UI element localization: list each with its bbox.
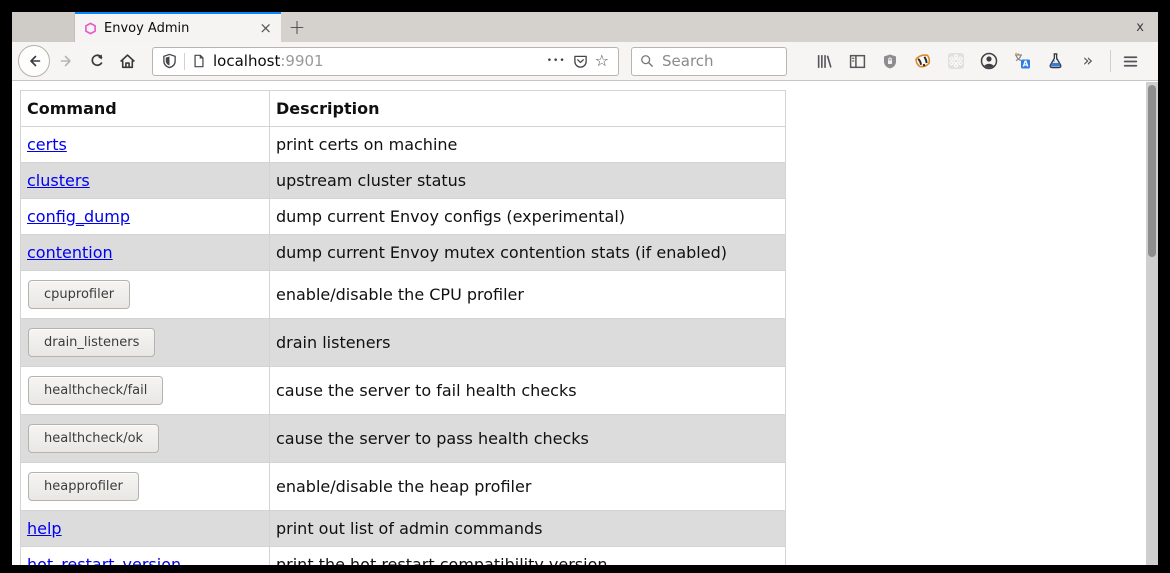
translate-icon[interactable]: A	[1013, 52, 1031, 70]
bookmark-star-icon[interactable]: ☆	[595, 53, 609, 69]
page-icon[interactable]	[192, 53, 206, 69]
browser-window: Envoy Admin × + x localhost:9901	[12, 12, 1158, 565]
description-cell: print out list of admin commands	[270, 511, 786, 547]
command-cell: clusters	[21, 163, 270, 199]
forward-button[interactable]	[52, 46, 82, 76]
description-cell: cause the server to fail health checks	[270, 367, 786, 415]
command-link[interactable]: hot_restart_version	[27, 555, 181, 565]
command-cell: config_dump	[21, 199, 270, 235]
menu-icon[interactable]	[1121, 52, 1139, 70]
table-row: drain_listeners drain listeners	[21, 319, 786, 367]
description-cell: enable/disable the CPU profiler	[270, 271, 786, 319]
url-bar[interactable]: localhost:9901 ••• ☆	[152, 47, 619, 76]
command-link[interactable]: contention	[27, 243, 113, 262]
back-button[interactable]	[18, 45, 50, 77]
privacy-badger-icon[interactable]	[914, 52, 932, 70]
description-cell: dump current Envoy configs (experimental…	[270, 199, 786, 235]
description-cell: enable/disable the heap profiler	[270, 463, 786, 511]
table-row: contention dump current Envoy mutex conte…	[21, 235, 786, 271]
command-column-header: Command	[21, 91, 270, 127]
window-close-button[interactable]: x	[1122, 12, 1158, 42]
table-row: heapprofiler enable/disable the heap prof…	[21, 463, 786, 511]
command-button[interactable]: cpuprofiler	[28, 280, 130, 309]
command-link[interactable]: help	[27, 519, 62, 538]
back-icon	[26, 53, 42, 69]
table-row: healthcheck/ok cause the server to pass h…	[21, 415, 786, 463]
url-host: localhost	[213, 52, 280, 70]
navigation-toolbar: localhost:9901 ••• ☆	[12, 42, 1158, 81]
search-bar[interactable]	[631, 47, 787, 76]
command-cell: cpuprofiler	[21, 271, 270, 319]
tabbar-fill	[313, 12, 1122, 42]
description-cell: upstream cluster status	[270, 163, 786, 199]
titlebar-spacer	[12, 12, 75, 42]
command-button[interactable]: drain_listeners	[28, 328, 155, 357]
table-row: healthcheck/fail cause the server to fail…	[21, 367, 786, 415]
tab-close-icon[interactable]: ×	[259, 21, 272, 36]
command-cell: heapprofiler	[21, 463, 270, 511]
table-row: cpuprofiler enable/disable the CPU profil…	[21, 271, 786, 319]
table-row: clusters upstream cluster status	[21, 163, 786, 199]
home-icon	[119, 53, 136, 70]
description-cell: drain listeners	[270, 319, 786, 367]
command-cell: hot_restart_version	[21, 547, 270, 566]
forward-icon	[59, 53, 75, 69]
description-column-header: Description	[270, 91, 786, 127]
table-row: hot_restart_version print the hot restart…	[21, 547, 786, 566]
overflow-chevron-icon[interactable]: »	[1079, 52, 1097, 70]
search-input[interactable]	[660, 51, 778, 71]
command-button[interactable]: healthcheck/fail	[28, 376, 163, 405]
account-icon[interactable]	[980, 52, 998, 70]
pocket-icon[interactable]	[573, 54, 588, 69]
table-row: certs print certs on machine	[21, 127, 786, 163]
command-link[interactable]: clusters	[27, 171, 90, 190]
shield-lock-icon[interactable]	[881, 52, 899, 70]
tab-envoy-admin[interactable]: Envoy Admin ×	[75, 12, 281, 42]
table-row: help print out list of admin commands	[21, 511, 786, 547]
command-cell: certs	[21, 127, 270, 163]
command-button[interactable]: healthcheck/ok	[28, 424, 159, 453]
command-cell: drain_listeners	[21, 319, 270, 367]
tracking-shield-icon[interactable]	[162, 53, 177, 69]
urlbar-divider	[184, 53, 185, 70]
flask-icon[interactable]	[1046, 52, 1064, 70]
toolbar-icon-cluster: A »	[815, 52, 1097, 70]
command-cell: healthcheck/ok	[21, 415, 270, 463]
description-cell: dump current Envoy mutex contention stat…	[270, 235, 786, 271]
extension-icon[interactable]	[947, 52, 965, 70]
tab-bar: Envoy Admin × + x	[12, 12, 1158, 42]
envoy-favicon-icon	[84, 22, 97, 35]
sidebar-icon[interactable]	[848, 52, 866, 70]
url-text[interactable]: localhost:9901	[213, 52, 540, 70]
svg-text:A: A	[1023, 60, 1029, 69]
reload-button[interactable]	[82, 46, 112, 76]
command-cell: help	[21, 511, 270, 547]
page-actions-icon[interactable]: •••	[547, 56, 566, 66]
admin-command-table: Command Description certs print certs on …	[20, 90, 786, 565]
description-cell: print the hot restart compatibility vers…	[270, 547, 786, 566]
library-icon[interactable]	[815, 52, 833, 70]
toolbar-separator	[1110, 50, 1111, 72]
command-link[interactable]: certs	[27, 135, 67, 154]
new-tab-button[interactable]: +	[281, 12, 313, 42]
description-cell: print certs on machine	[270, 127, 786, 163]
url-port: :9901	[280, 52, 323, 70]
command-link[interactable]: config_dump	[27, 207, 130, 226]
table-header-row: Command Description	[21, 91, 786, 127]
command-cell: healthcheck/fail	[21, 367, 270, 415]
page-content: Command Description certs print certs on …	[12, 82, 1158, 565]
search-icon	[640, 54, 654, 68]
home-button[interactable]	[112, 46, 142, 76]
page-scrollbar[interactable]	[1146, 82, 1158, 565]
scrollbar-thumb[interactable]	[1148, 85, 1156, 257]
command-cell: contention	[21, 235, 270, 271]
reload-icon	[89, 53, 105, 69]
command-button[interactable]: heapprofiler	[28, 472, 139, 501]
command-table-body: certs print certs on machine clusters upstr…	[21, 127, 786, 566]
description-cell: cause the server to pass health checks	[270, 415, 786, 463]
table-row: config_dump dump current Envoy configs (e…	[21, 199, 786, 235]
tab-title: Envoy Admin	[104, 21, 252, 36]
